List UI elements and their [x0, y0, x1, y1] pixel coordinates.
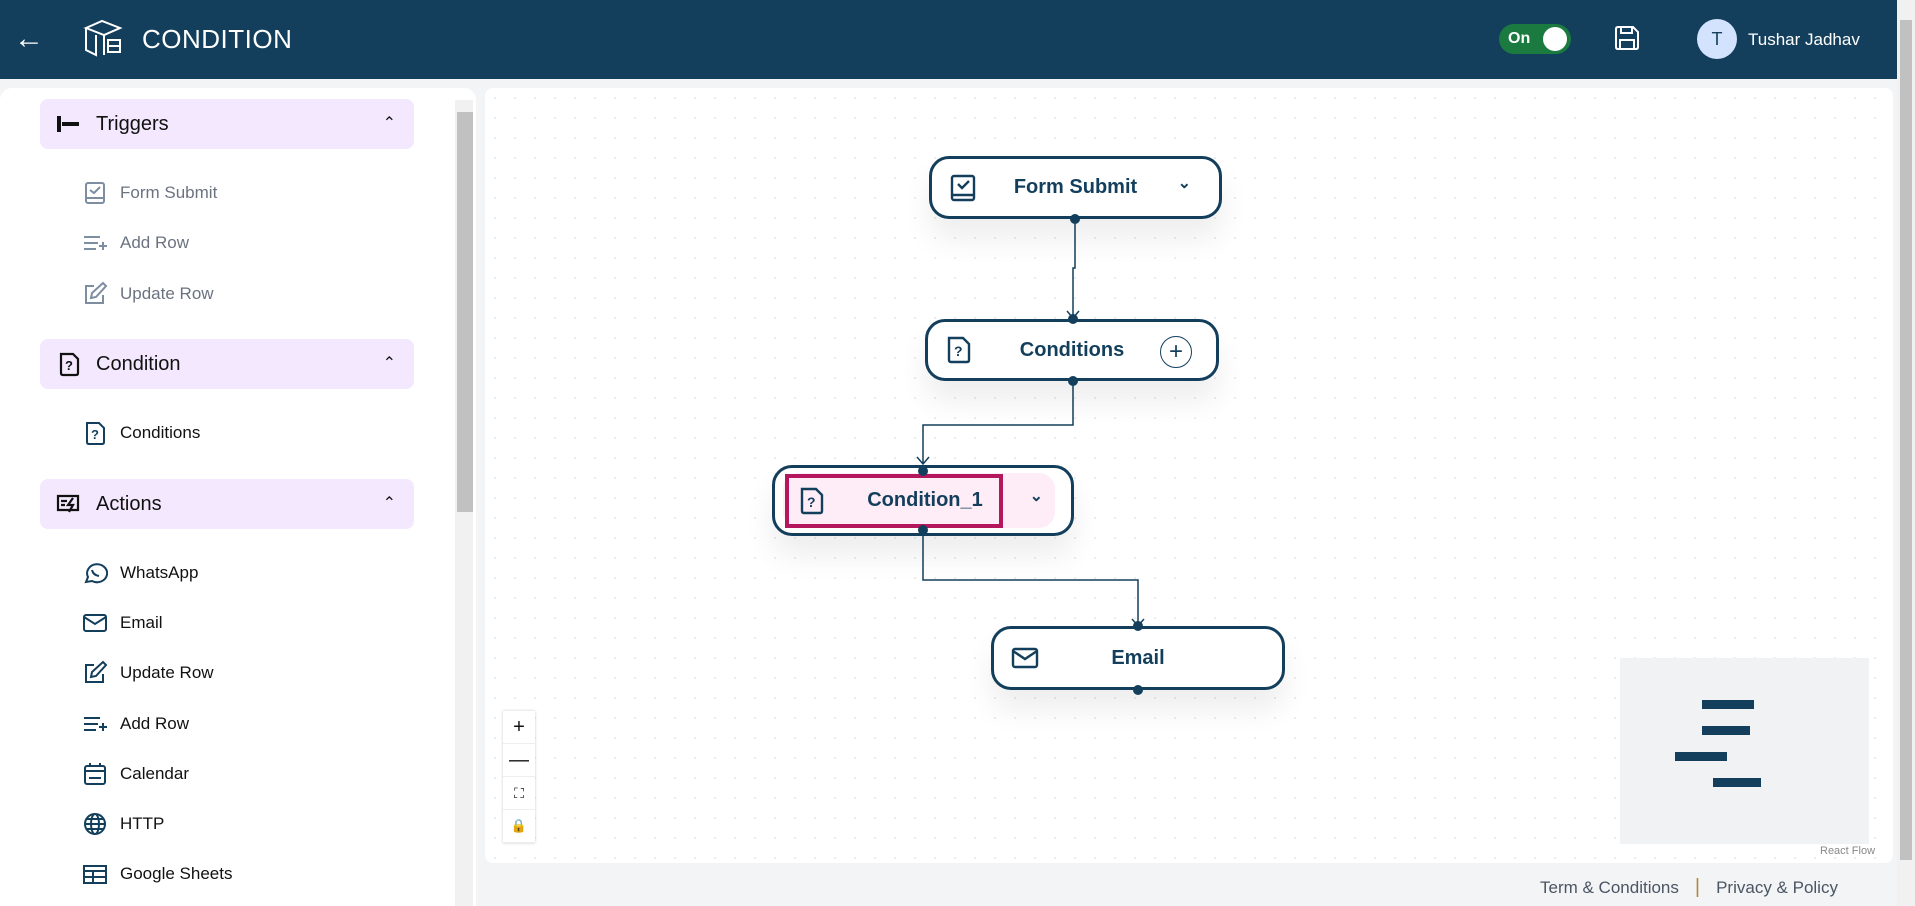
zoom-in-button[interactable]: + [503, 711, 535, 744]
handle[interactable] [1068, 376, 1078, 386]
handle[interactable] [1133, 685, 1143, 695]
node-form-submit[interactable]: Form Submit ⌄ [929, 156, 1222, 219]
handle[interactable] [918, 466, 928, 476]
add-condition-button[interactable]: + [1160, 336, 1192, 368]
fit-view-button[interactable]: ⛶ [503, 777, 535, 810]
node-label[interactable]: Condition_1 [855, 489, 995, 512]
footer: Term & Conditions | Privacy & Policy [1540, 876, 1838, 899]
zoom-controls: + — ⛶ 🔒 [503, 711, 535, 843]
chevron-down-icon[interactable]: ⌄ [1030, 486, 1043, 506]
handle[interactable] [1133, 621, 1143, 631]
privacy-link[interactable]: Privacy & Policy [1716, 878, 1838, 898]
edge-form-submit-conditions [1066, 219, 1080, 320]
node-conditions[interactable]: ? Conditions + [925, 319, 1219, 381]
zoom-out-button[interactable]: — [503, 744, 535, 777]
node-label: Form Submit [1013, 176, 1138, 198]
edge-condition-1-email [922, 530, 1145, 628]
lock-button[interactable]: 🔒 [503, 810, 535, 843]
svg-text:?: ? [807, 494, 816, 510]
handle[interactable] [1068, 314, 1078, 324]
edge-conditions-condition-1 [916, 381, 1074, 466]
react-flow-attribution[interactable]: React Flow [1820, 845, 1875, 857]
footer-separator: | [1694, 876, 1701, 898]
handle[interactable] [918, 525, 928, 535]
question-file-icon: ? [800, 487, 824, 514]
terms-link[interactable]: Term & Conditions [1540, 878, 1679, 898]
minimap[interactable] [1620, 658, 1869, 844]
handle[interactable] [1070, 214, 1080, 224]
node-label: Email [1111, 646, 1165, 669]
node-email[interactable]: Email [991, 626, 1285, 690]
chevron-down-icon[interactable]: ⌄ [1178, 173, 1191, 193]
